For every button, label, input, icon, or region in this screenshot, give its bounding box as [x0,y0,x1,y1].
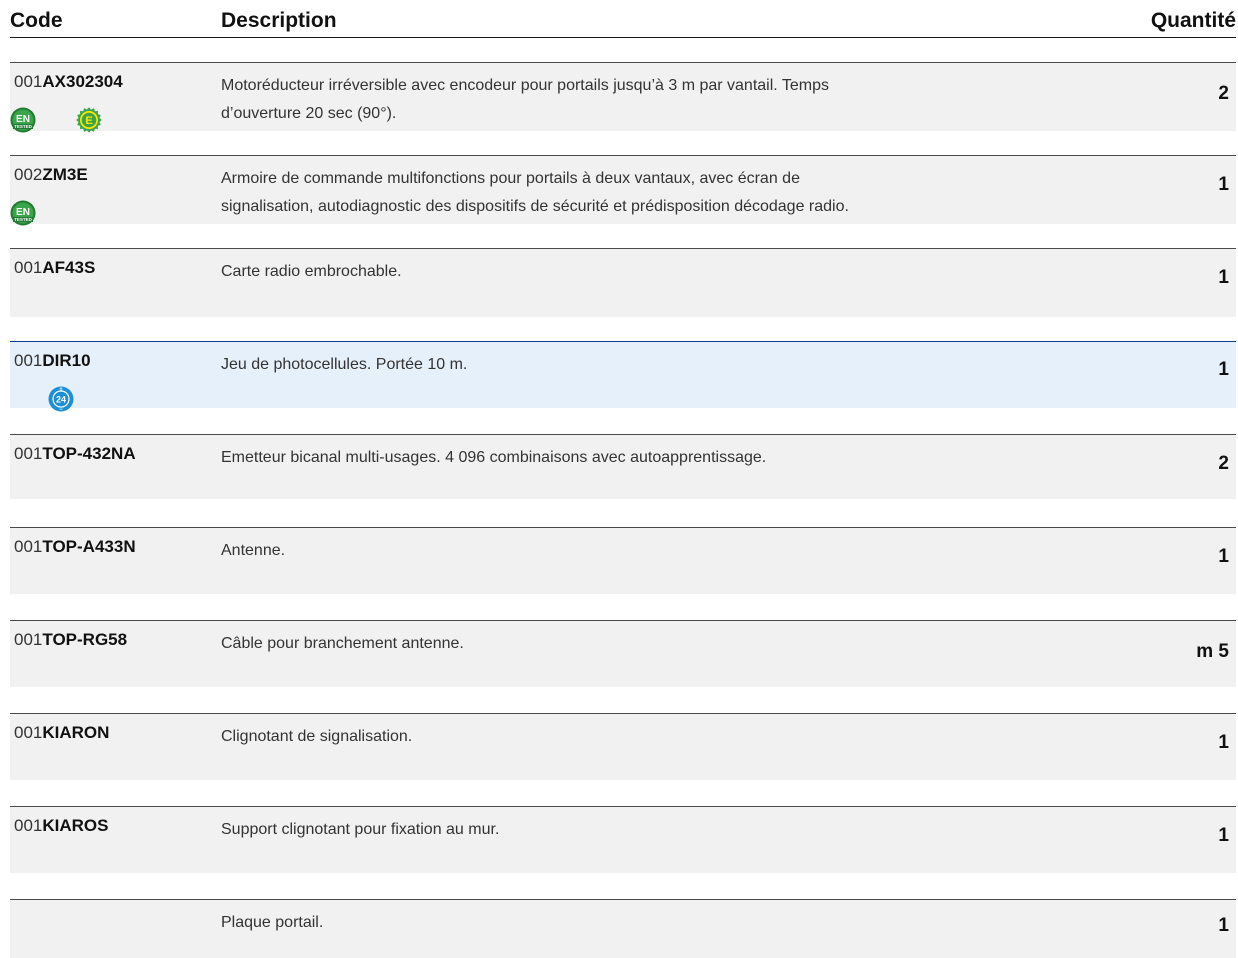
product-code: 001DIR10 [14,351,91,371]
product-description: Emetteur bicanal multi-usages. 4 096 com… [221,444,1061,472]
table-row: 001AX302304 Motoréducteur irréversible av… [10,62,1236,133]
product-code-ref: KIARON [42,723,110,742]
product-code-prefix: 001 [14,537,43,556]
description-line: Motoréducteur irréversible avec encodeur… [221,77,830,94]
product-code: 001AX302304 [14,72,123,92]
description-line: Câble pour branchement antenne. [221,635,464,652]
product-code-ref: TOP-A433N [42,537,136,556]
product-quantity: 2 [1218,453,1229,474]
product-quantity: 1 [1218,732,1229,753]
description-line: Armoire de commande multifonctions pour … [221,170,800,187]
product-code-ref: KIAROS [42,816,109,835]
product-description: Antenne. [221,537,1061,565]
product-code: 001TOP-432NA [14,444,136,464]
svg-text:+: + [59,387,63,393]
product-code: 001TOP-A433N [14,537,136,557]
product-quantity: 1 [1218,267,1229,288]
table-row: 001DIR10 Jeu de photocellules. Portée 10 … [10,341,1236,412]
e-energy-badge-icon: E [76,107,102,133]
table-row: 001AF43S Carte radio embrochable. 1 [10,248,1236,317]
product-code-ref: AX302304 [42,72,123,91]
product-code-ref: TOP-RG58 [42,630,128,649]
24v-badge-icon: 24 + − [48,386,74,412]
product-description: Plaque portail. [221,909,1061,937]
en-tested-badge-icon: EN TESTED [10,200,36,226]
en-tested-badge-icon: EN TESTED [10,107,36,133]
table-row: 001KIAROS Support clignotant pour fixatio… [10,806,1236,873]
product-code-ref: DIR10 [42,351,91,370]
product-quantity: 1 [1218,546,1229,567]
table-row: Plaque portail. 1 [10,899,1236,958]
svg-text:TESTED: TESTED [14,217,33,222]
description-line: d’ouverture 20 sec (90°). [221,105,397,122]
product-code-prefix: 001 [14,258,43,277]
table-row: 001TOP-A433N Antenne. 1 [10,527,1236,594]
description-line: Jeu de photocellules. Portée 10 m. [221,356,468,373]
product-description: Câble pour branchement antenne. [221,630,1061,658]
description-line: Plaque portail. [221,914,324,931]
product-code-prefix: 001 [14,444,43,463]
product-quantity: 2 [1218,83,1229,104]
description-line: Clignotant de signalisation. [221,728,413,745]
description-line: Antenne. [221,542,286,559]
table-row: 001TOP-432NA Emetteur bicanal multi-usage… [10,434,1236,499]
table-row: 001KIARON Clignotant de signalisation. 1 [10,713,1236,780]
header-quantity: Quantité [1150,9,1236,32]
description-line: Emetteur bicanal multi-usages. 4 096 com… [221,449,767,466]
product-code-prefix: 002 [14,165,43,184]
product-quantity: 1 [1218,359,1229,380]
description-line: signalisation, autodiagnostic des dispos… [221,198,849,215]
svg-text:E: E [85,115,92,127]
product-description: Carte radio embrochable. [221,258,1061,286]
product-code-ref: TOP-432NA [42,444,136,463]
product-description: Armoire de commande multifonctions pour … [221,165,1061,221]
product-description: Jeu de photocellules. Portée 10 m. [221,351,1061,379]
product-code-prefix: 001 [14,723,43,742]
product-quantity: 1 [1218,174,1229,195]
product-code-ref: ZM3E [42,165,88,184]
product-code-prefix: 001 [14,816,43,835]
table-header: Code Description Quantité [10,0,1236,38]
product-code-prefix: 001 [14,630,43,649]
product-code-prefix: 001 [14,72,43,91]
svg-text:−: − [59,407,63,412]
product-description: Motoréducteur irréversible avec encodeur… [221,72,1061,128]
product-code: 001TOP-RG58 [14,630,127,650]
product-code: 002ZM3E [14,165,88,185]
svg-text:24: 24 [56,394,66,404]
header-description: Description [221,9,337,32]
table-row: 002ZM3E Armoire de commande multifonction… [10,155,1236,226]
product-quantity: 1 [1218,915,1229,936]
product-quantity: m 5 [1196,641,1229,662]
product-quantity: 1 [1218,825,1229,846]
product-description: Support clignotant pour fixation au mur. [221,816,1061,844]
product-description: Clignotant de signalisation. [221,723,1061,751]
product-code: 001AF43S [14,258,95,278]
header-code: Code [10,9,63,32]
description-line: Support clignotant pour fixation au mur. [221,821,500,838]
description-line: Carte radio embrochable. [221,263,402,280]
product-code-ref: AF43S [42,258,96,277]
product-code: 001KIAROS [14,816,109,836]
product-code-prefix: 001 [14,351,43,370]
table-row: 001TOP-RG58 Câble pour branchement antenn… [10,620,1236,687]
svg-text:TESTED: TESTED [14,124,33,129]
product-code: 001KIARON [14,723,109,743]
